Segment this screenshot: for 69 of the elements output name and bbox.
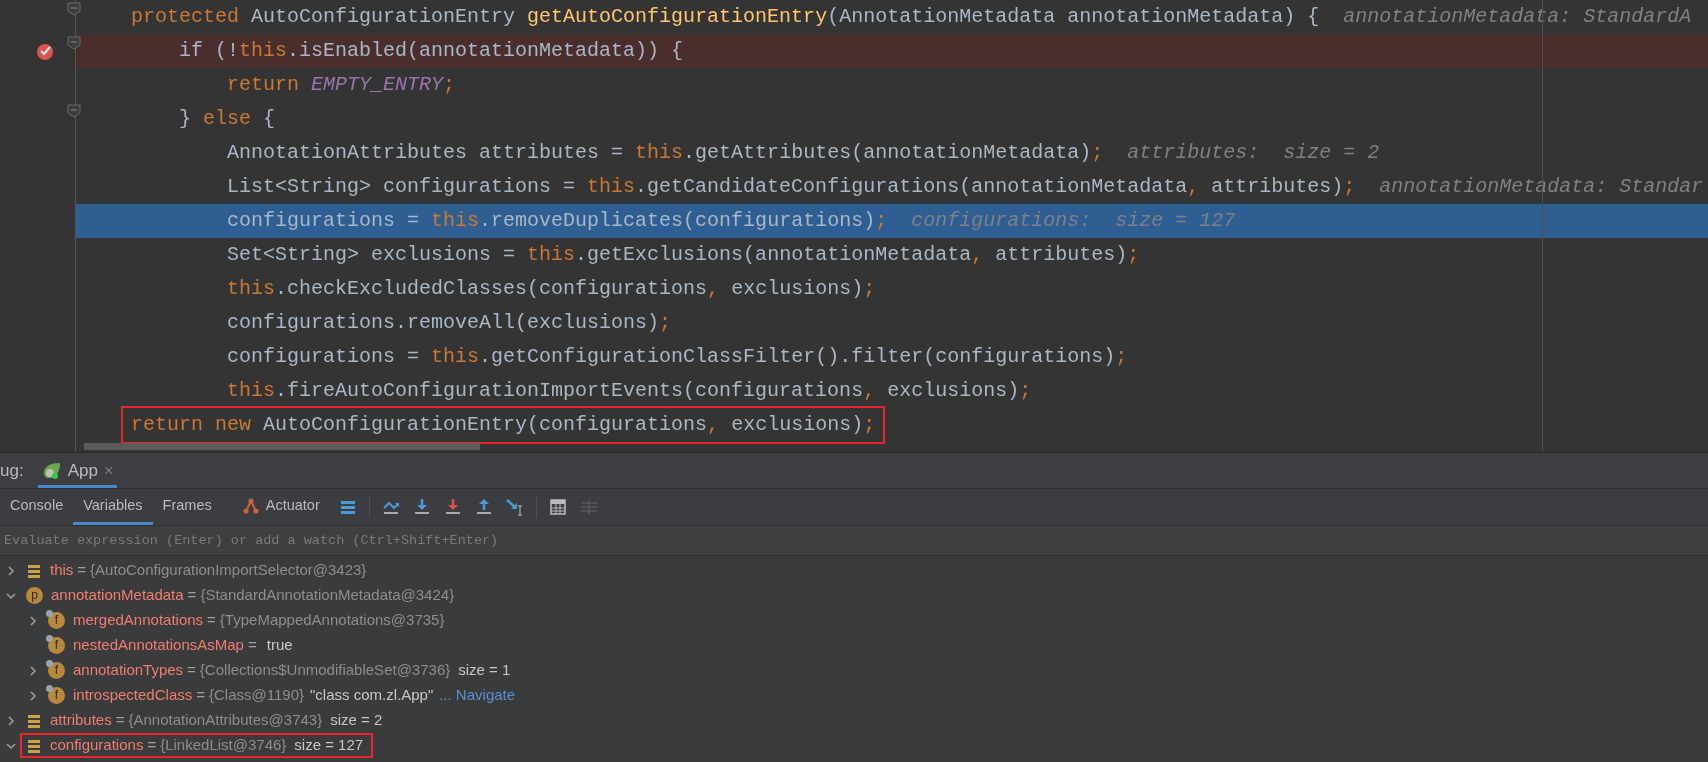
- field-icon: f: [48, 612, 65, 629]
- inline-value-hint: annotationMetadata: StandardA: [1343, 4, 1692, 30]
- code-text: List<String> configurations = this.getCandidateConfigurations(annotationMetadata, attributes);: [226, 174, 1356, 200]
- navigate-link[interactable]: ... Navigate: [439, 684, 516, 707]
- variable-literal: true: [266, 635, 293, 656]
- variable-value: {AutoConfigurationImportSelector@3423}: [90, 560, 367, 581]
- equals-sign: =: [76, 560, 88, 581]
- run-to-cursor-icon[interactable]: [504, 497, 525, 517]
- variable-value: {Class@1190}: [209, 685, 304, 706]
- calculator-icon[interactable]: [547, 497, 568, 517]
- code-text: AnnotationAttributes attributes = this.getAttributes(annotationMetadata);: [226, 140, 1104, 166]
- inline-value-hint: configurations: size = 127: [911, 208, 1236, 234]
- code-text: if (!this.isEnabled(annotationMetadata)) {: [178, 38, 684, 64]
- field-icon: f: [48, 637, 65, 654]
- variable-size: size = 127: [294, 735, 364, 756]
- variable-name: annotationMetadata: [51, 585, 184, 606]
- breakpoint-icon[interactable]: [36, 42, 54, 60]
- variable-size: size = 2: [330, 710, 383, 731]
- code-text: this.fireAutoConfigurationImportEvents(configurations, exclusions);: [226, 378, 1032, 404]
- variable-name: introspectedClass: [73, 685, 193, 706]
- code-text: protected AutoConfigurationEntry getAutoConfigurationEntry(AnnotationMetadata annotationMetadata) {: [131, 4, 1320, 30]
- actuator-tab[interactable]: Actuator: [231, 489, 330, 525]
- variable-name: mergedAnnotations: [73, 610, 204, 631]
- equals-sign: =: [186, 660, 197, 681]
- variable-literal: "class com.zl.App": [310, 685, 434, 706]
- equals-sign: =: [246, 635, 258, 656]
- equals-sign: =: [195, 685, 206, 706]
- equals-sign: =: [146, 735, 158, 756]
- actuator-icon: [241, 496, 260, 515]
- code-text: } else {: [178, 106, 276, 132]
- code-text: configurations = this.getConfigurationClassFilter().filter(configurations);: [226, 344, 1128, 370]
- variable-name: annotationTypes: [73, 660, 184, 681]
- watch-expression-field[interactable]: Evaluate expression (Enter) or add a watch (Ctrl+Shift+Enter): [0, 525, 1708, 556]
- equals-sign: =: [114, 710, 126, 731]
- variable-icon: [26, 737, 42, 754]
- variable-name: configurations: [50, 735, 144, 756]
- variable-value: {StandardAnnotationMetadata@3424}: [200, 585, 455, 606]
- debug-tab[interactable]: Console: [0, 489, 74, 525]
- variable-name: attributes: [50, 710, 112, 731]
- tab-label: App: [67, 459, 98, 482]
- variable-icon: [26, 562, 42, 579]
- variable-size: size = 1: [458, 660, 511, 681]
- variable-value: {TypeMappedAnnotations@3735}: [219, 610, 445, 631]
- code-text: configurations = this.removeDuplicates(configurations);: [226, 208, 888, 234]
- equals-sign: =: [206, 610, 217, 631]
- parameter-icon: p: [26, 587, 43, 604]
- variable-value: {Collections$UnmodifiableSet@3736}: [199, 660, 451, 681]
- debug-label: ug:: [0, 459, 24, 482]
- code-text: return EMPTY_ENTRY;: [226, 72, 456, 98]
- fold-marker-icon[interactable]: [67, 104, 81, 118]
- inline-value-hint: attributes: size = 2: [1127, 140, 1380, 166]
- horizontal-scrollbar[interactable]: [84, 443, 480, 450]
- app-run-icon: [41, 460, 62, 481]
- fold-marker-icon[interactable]: [67, 2, 81, 16]
- variable-name: this: [50, 560, 74, 581]
- variable-value: {AnnotationAttributes@3743}: [128, 710, 323, 731]
- code-text: this.checkExcludedClasses(configurations, exclusions);: [226, 276, 876, 302]
- field-icon: f: [48, 687, 65, 704]
- fold-marker-icon[interactable]: [67, 36, 81, 50]
- code-text: Set<String> exclusions = this.getExclusions(annotationMetadata, attributes);: [226, 242, 1140, 268]
- debug-tab[interactable]: Frames: [152, 489, 222, 525]
- variable-value: {LinkedList@3746}: [160, 735, 287, 756]
- code-text: configurations.removeAll(exclusions);: [226, 310, 672, 336]
- field-icon: f: [48, 662, 65, 679]
- equals-sign: =: [186, 585, 198, 606]
- code-text: return new AutoConfigurationEntry(configurations, exclusions);: [131, 413, 876, 436]
- variable-icon: [26, 712, 42, 729]
- variable-name: nestedAnnotationsAsMap: [73, 635, 244, 656]
- inline-value-hint: annotationMetadata: Standar: [1379, 174, 1704, 200]
